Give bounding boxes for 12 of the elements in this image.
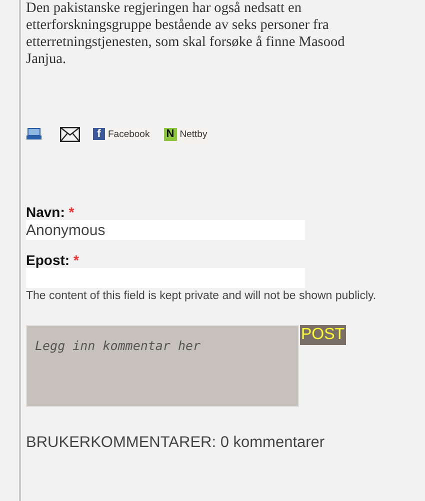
comment-field[interactable]: Legg inn kommentar her <box>26 325 299 407</box>
privacy-note: The content of this field is kept private and will not be shown publicly. <box>26 289 378 304</box>
input-field[interactable]: Anonymous <box>26 220 305 240</box>
article-paragraph: Den pakistanske regjeringen har også nedsatt en etterforskningsgruppe bestående av seks personer fra etterretningstjenesten, som skal forsøke å finne Masood Janjua. <box>26 0 346 68</box>
comment-count: BRUKERKOMMENTARER: 0 kommentarer <box>26 434 326 452</box>
nettby-link[interactable]: N Nettby <box>162 126 208 142</box>
facebook-link[interactable]: f Facebook <box>92 127 151 141</box>
field-label: Navn: * <box>26 204 76 220</box>
envelope-icon[interactable] <box>60 126 80 142</box>
post-button[interactable]: POST <box>300 325 346 345</box>
field-label: Epost: * <box>26 252 80 268</box>
printer-icon[interactable] <box>26 128 42 140</box>
